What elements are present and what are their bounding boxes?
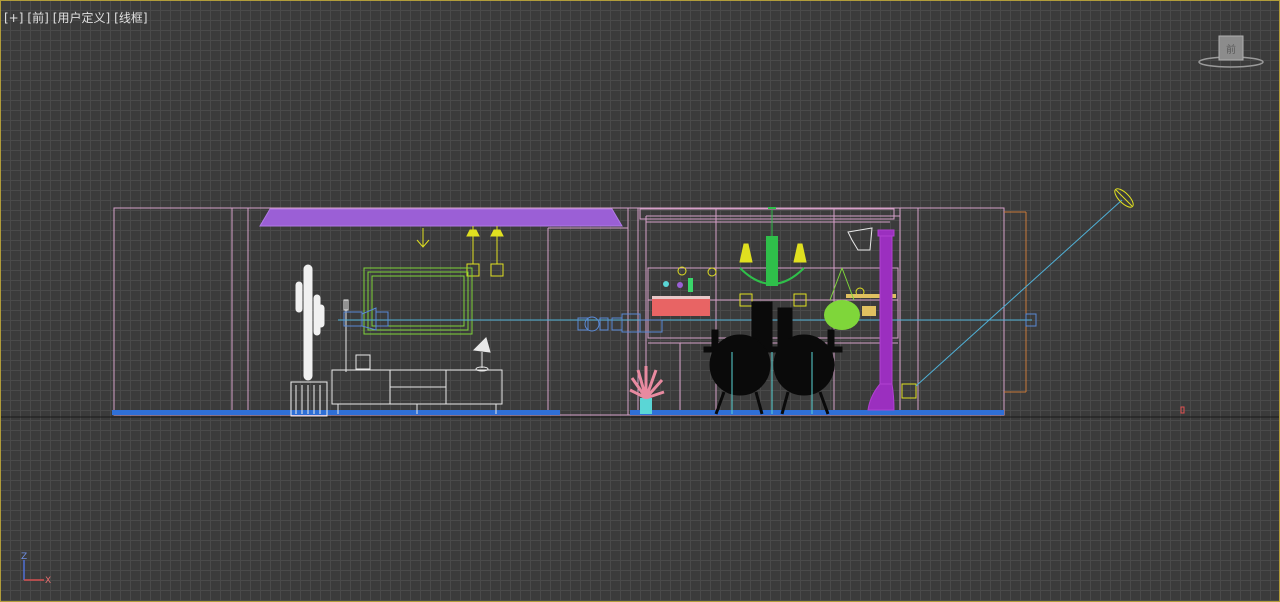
- tv-cabinet[interactable]: [331, 369, 503, 414]
- floor-marker[interactable]: [1180, 406, 1185, 414]
- camera-object-right[interactable]: [611, 313, 663, 333]
- table-lamp[interactable]: [472, 337, 491, 372]
- axis-x-label: X: [45, 576, 51, 586]
- floor-baseboard-right[interactable]: [630, 410, 1004, 415]
- axis-tripod: Z X: [21, 552, 51, 586]
- spotlight-arrow[interactable]: [416, 228, 430, 248]
- scene-wireframe[interactable]: [0, 0, 1280, 602]
- wall-picture-frame[interactable]: [363, 267, 473, 335]
- hanging-planter[interactable]: [824, 267, 860, 330]
- floor-baseboard-left[interactable]: [112, 410, 560, 415]
- light-direction-line: [915, 199, 1123, 387]
- camera-object-middle[interactable]: [577, 316, 609, 332]
- cactus-plant[interactable]: [290, 264, 328, 417]
- viewcube[interactable]: 前: [1198, 34, 1264, 70]
- floor-lamp[interactable]: [343, 299, 349, 372]
- chandelier[interactable]: [739, 207, 805, 286]
- wall-decor-shape[interactable]: [847, 227, 873, 251]
- pendant-light-right[interactable]: [490, 226, 504, 277]
- ceiling-soffit[interactable]: [259, 208, 623, 227]
- viewcube-face-label: 前: [1226, 43, 1236, 56]
- decor-box[interactable]: [355, 354, 371, 370]
- axis-z-label: Z: [21, 552, 27, 562]
- dining-set[interactable]: [703, 301, 843, 415]
- perspective-viewport[interactable]: [+] [前] [用户定义] [线框] 前 Z X: [0, 0, 1280, 602]
- ceiling-beam[interactable]: [639, 208, 895, 220]
- potted-plant[interactable]: [629, 366, 665, 414]
- target-light-box[interactable]: [901, 383, 917, 399]
- camera-object-left[interactable]: [343, 307, 389, 331]
- door-frame[interactable]: [1004, 211, 1027, 393]
